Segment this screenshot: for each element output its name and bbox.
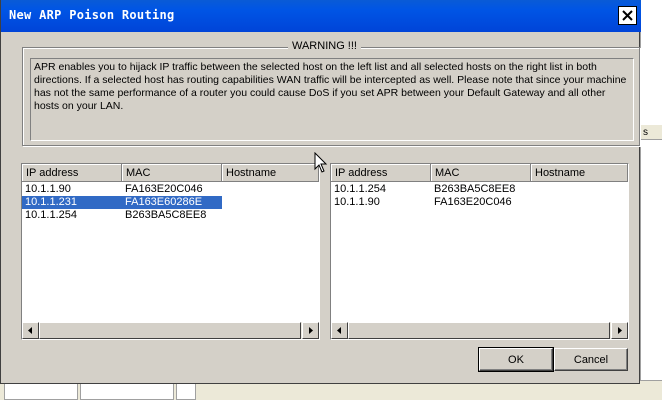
warning-text: APR enables you to hijack IP traffic bet…	[30, 58, 634, 141]
right-list-header: IP address MAC Hostname	[331, 164, 628, 182]
row-ip: 10.1.1.90	[334, 196, 380, 208]
window-title: New ARP Poison Routing	[9, 8, 175, 22]
row-hostname	[222, 183, 319, 196]
arrow-left-icon	[337, 327, 341, 334]
right-list-row[interactable]: 10.1.1.90 FA163E20C046	[331, 196, 628, 209]
row-hostname	[222, 196, 319, 209]
left-list-row-selected[interactable]: 10.1.1.231 FA163E60286E	[22, 196, 319, 209]
left-horizontal-scrollbar[interactable]	[22, 322, 319, 339]
right-scroll-thumb[interactable]	[348, 322, 610, 339]
close-icon	[622, 10, 633, 21]
background-tab	[4, 382, 78, 400]
right-list-row[interactable]: 10.1.1.254 B263BA5C8EE8	[331, 183, 628, 196]
left-column-mac[interactable]: MAC	[122, 164, 222, 182]
row-ip: 10.1.1.231	[22, 196, 122, 209]
left-scroll-thumb[interactable]	[39, 322, 301, 339]
mouse-pointer-icon	[314, 152, 328, 173]
background-header-text: s	[643, 127, 648, 138]
row-ip: 10.1.1.254	[25, 209, 77, 221]
left-list-header: IP address MAC Hostname	[22, 164, 319, 182]
right-scroll-left-button[interactable]	[331, 322, 348, 339]
left-scroll-left-button[interactable]	[22, 322, 39, 339]
background-tab	[176, 382, 196, 400]
ok-button[interactable]: OK	[478, 347, 554, 372]
close-button[interactable]	[618, 6, 637, 25]
right-list-rows: 10.1.1.254 B263BA5C8EE8 10.1.1.90 FA163E…	[331, 183, 628, 209]
right-host-list[interactable]: IP address MAC Hostname 10.1.1.254 B263B…	[330, 163, 629, 340]
arp-poison-routing-dialog: New ARP Poison Routing WARNING !!! APR e…	[0, 0, 641, 384]
row-hostname	[222, 209, 319, 222]
cancel-button[interactable]: Cancel	[554, 348, 628, 371]
right-scroll-right-button[interactable]	[611, 322, 628, 339]
right-horizontal-scrollbar[interactable]	[331, 322, 628, 339]
left-list-rows: 10.1.1.90 FA163E20C046 10.1.1.231 FA163E…	[22, 183, 319, 222]
arrow-left-icon	[28, 327, 32, 334]
row-ip: 10.1.1.90	[25, 183, 71, 195]
background-tab	[80, 382, 174, 400]
warning-groupbox: WARNING !!! APR enables you to hijack IP…	[22, 40, 640, 146]
row-hostname	[531, 196, 628, 209]
arrow-right-icon	[618, 327, 622, 334]
row-mac: FA163E20C046	[125, 183, 203, 195]
left-list-row[interactable]: 10.1.1.90 FA163E20C046	[22, 183, 319, 196]
left-host-list[interactable]: IP address MAC Hostname 10.1.1.90 FA163E…	[21, 163, 320, 340]
arrow-right-icon	[309, 327, 313, 334]
right-column-ip[interactable]: IP address	[331, 164, 431, 182]
row-ip: 10.1.1.254	[334, 183, 386, 195]
right-column-hostname[interactable]: Hostname	[531, 164, 628, 182]
row-hostname	[531, 183, 628, 196]
title-bar[interactable]: New ARP Poison Routing	[1, 0, 641, 32]
left-column-ip[interactable]: IP address	[22, 164, 122, 182]
background-window-right: s	[640, 0, 662, 400]
row-mac: FA163E20C046	[434, 196, 512, 208]
right-column-mac[interactable]: MAC	[431, 164, 531, 182]
row-mac: FA163E60286E	[122, 196, 222, 209]
row-mac: B263BA5C8EE8	[434, 183, 516, 195]
left-scroll-right-button[interactable]	[302, 322, 319, 339]
row-mac: B263BA5C8EE8	[125, 209, 207, 221]
warning-title: WARNING !!!	[288, 40, 361, 52]
left-list-row[interactable]: 10.1.1.254 B263BA5C8EE8	[22, 209, 319, 222]
left-column-hostname[interactable]: Hostname	[222, 164, 319, 182]
